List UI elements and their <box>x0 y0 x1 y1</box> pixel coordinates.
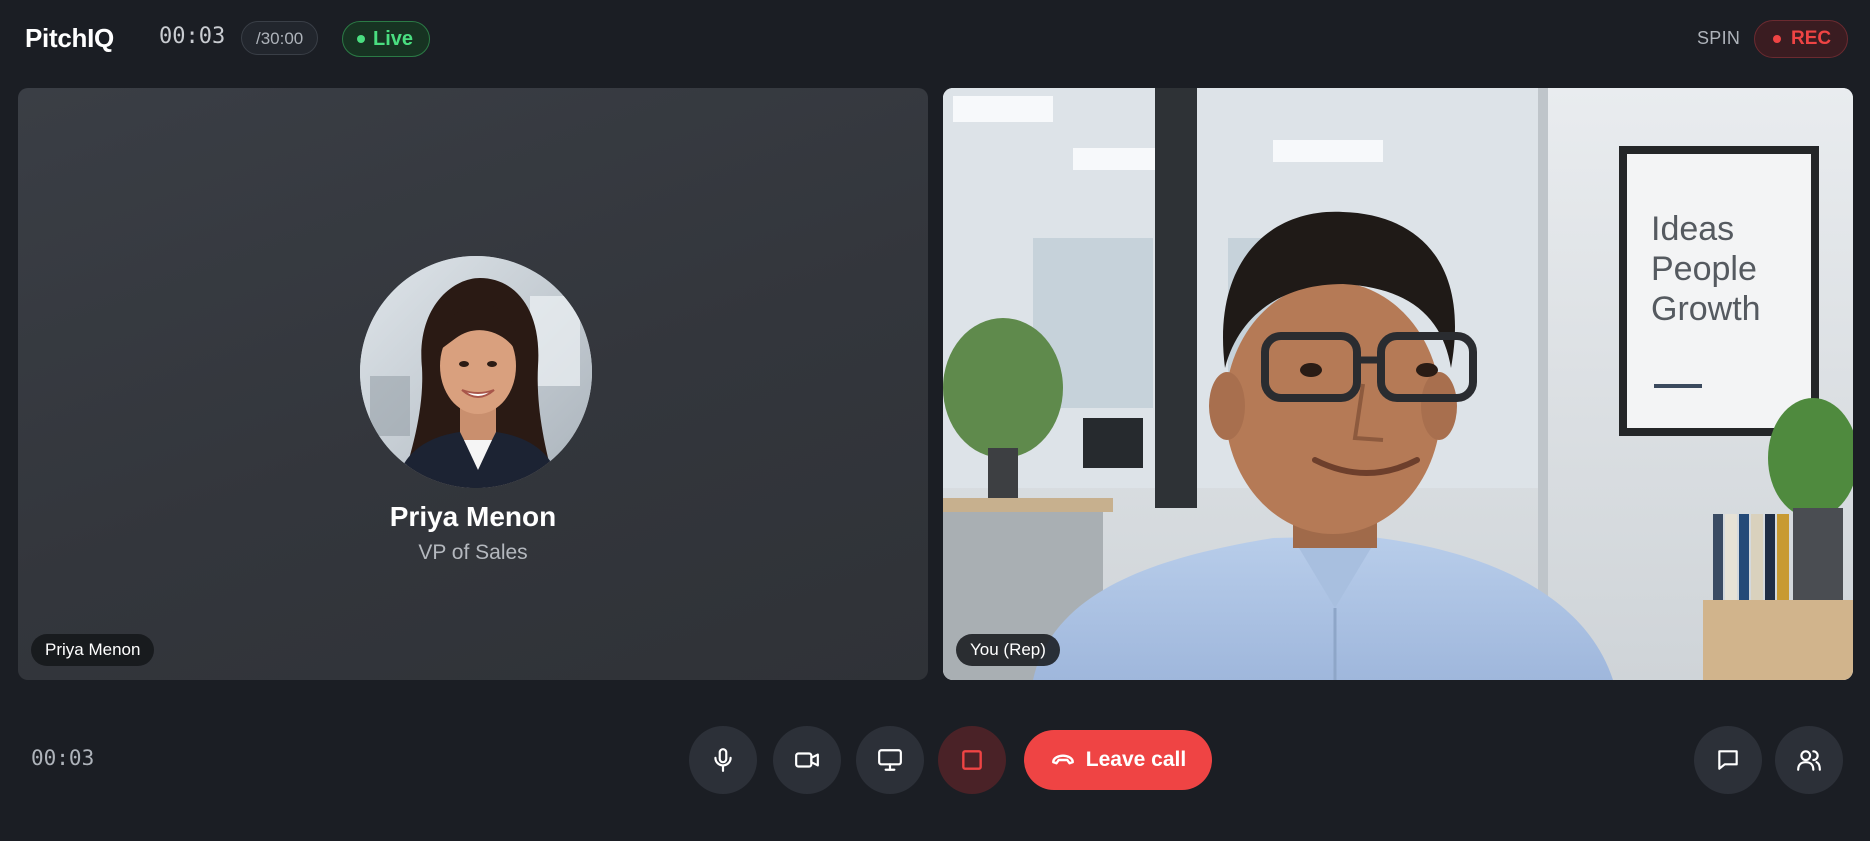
participants-button[interactable] <box>1775 726 1843 794</box>
stop-icon <box>962 750 982 770</box>
phone-hangup-icon <box>1051 754 1074 765</box>
chat-icon <box>1718 750 1738 770</box>
prospect-video-tile: Priya Menon VP of Sales Priya Menon <box>18 88 928 680</box>
leave-call-button[interactable]: Leave call <box>1024 730 1212 790</box>
rec-label: REC <box>1791 28 1832 49</box>
self-name-tag: You (Rep) <box>956 634 1060 666</box>
prospect-avatar <box>360 256 592 488</box>
poster-line-2: People <box>1651 250 1757 288</box>
live-status-badge: Live <box>342 21 431 57</box>
participants-icon <box>1797 750 1821 771</box>
screen-share-button[interactable] <box>856 726 924 794</box>
recording-badge[interactable]: REC <box>1754 20 1849 58</box>
poster-line-3: Growth <box>1651 290 1761 328</box>
prospect-role: VP of Sales <box>418 541 528 564</box>
live-label: Live <box>373 28 414 50</box>
self-video-feed: Ideas People Growth <box>943 88 1853 680</box>
screen-share-icon <box>878 749 902 771</box>
prospect-avatar-image <box>360 256 592 488</box>
elapsed-time: 00:03 <box>31 746 95 770</box>
record-dot-icon <box>1773 35 1781 43</box>
prospect-name-tag: Priya Menon <box>31 634 155 666</box>
time-limit-badge: /30:00 <box>241 21 319 55</box>
stop-recording-button[interactable] <box>938 726 1006 794</box>
leave-call-label: Leave call <box>1085 748 1187 771</box>
mute-button[interactable] <box>689 726 757 794</box>
methodology-label: SPIN <box>1697 28 1741 48</box>
top-bar: PitchIQ 00:03 /30:00 Live SPIN REC <box>0 0 1870 80</box>
microphone-icon <box>714 748 732 772</box>
prospect-name: Priya Menon <box>389 501 557 532</box>
call-timer: 00:03 <box>159 24 226 49</box>
self-video-tile: Ideas People Growth You (Rep) <box>943 88 1853 680</box>
camera-icon <box>795 752 819 768</box>
app-logo: PitchIQ <box>25 23 114 53</box>
poster-line-1: Ideas <box>1651 210 1734 248</box>
live-dot-icon <box>357 35 365 43</box>
chat-button[interactable] <box>1694 726 1762 794</box>
camera-button[interactable] <box>773 726 841 794</box>
